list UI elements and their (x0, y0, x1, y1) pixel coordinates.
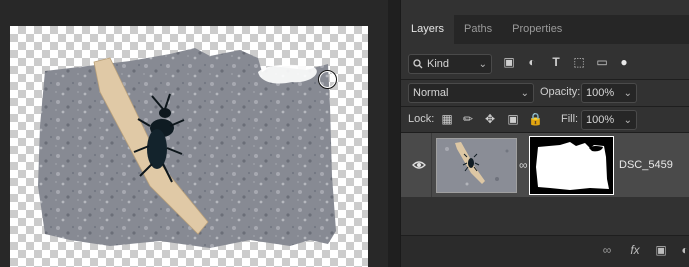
opacity-value: 100% (586, 87, 615, 99)
adjustment-filter-icon[interactable]: ◐ (525, 55, 539, 69)
pixel-filter-icon[interactable]: ▣ (502, 55, 516, 69)
lock-artboard-icon[interactable]: ▣ (506, 112, 520, 126)
filter-kind-label: Kind (427, 58, 450, 70)
layer-thumbnail-image (437, 139, 516, 192)
opacity-label: Opacity: (540, 86, 581, 98)
add-mask-icon[interactable]: ▣ (653, 242, 669, 258)
lock-transparent-pixels-icon[interactable]: ▦ (440, 112, 454, 126)
lock-all-icon[interactable]: 🔒 (528, 112, 543, 126)
document-canvas[interactable] (10, 26, 368, 267)
eye-icon[interactable] (412, 159, 426, 171)
fill-field[interactable]: 100% ⌄ (581, 110, 637, 130)
layer-style-fx-icon[interactable]: fx (627, 242, 643, 258)
panel-tabs: Layers Paths Properties (401, 15, 689, 44)
lock-row: Lock: ▦ ✏ ✥ ▣ 🔒 Fill: 100% ⌄ (401, 108, 689, 132)
layer-thumbnail[interactable]: ▭ (436, 138, 517, 193)
divider (431, 133, 432, 197)
tab-paths[interactable]: Paths (454, 15, 502, 44)
lock-position-icon[interactable]: ✥ (483, 112, 497, 126)
layer-mask-thumbnail[interactable] (529, 136, 614, 195)
filter-toggle-icon[interactable]: ● (617, 55, 631, 69)
canvas-area[interactable] (0, 0, 388, 267)
blend-row: Normal ⌄ Opacity: 100% ⌄ (401, 81, 689, 105)
opacity-field[interactable]: 100% ⌄ (581, 83, 637, 103)
fill-value: 100% (586, 114, 615, 126)
chevron-down-icon: ⌄ (520, 87, 529, 99)
new-fill-adjustment-icon[interactable]: ◐ (677, 242, 689, 258)
layers-footer: ∞ fx ▣ ◐ (401, 235, 689, 267)
chevron-down-icon[interactable]: ⌄ (624, 88, 632, 99)
layer-mask-image (530, 137, 613, 194)
panel-divider (388, 0, 400, 267)
lock-label: Lock: (408, 113, 435, 125)
fill-label: Fill: (561, 113, 579, 125)
layers-empty-area[interactable] (401, 197, 689, 235)
search-icon (413, 59, 423, 69)
blend-mode-dropdown[interactable]: Normal ⌄ (408, 83, 534, 103)
lock-image-pixels-icon[interactable]: ✏ (461, 112, 475, 126)
brush-cursor (318, 70, 337, 89)
chain-link-icon[interactable]: ∞ (519, 158, 528, 172)
tab-properties[interactable]: Properties (502, 15, 572, 44)
type-filter-icon[interactable]: T (549, 55, 563, 69)
chevron-down-icon: ⌄ (478, 58, 487, 70)
tab-layers[interactable]: Layers (401, 15, 455, 44)
divider (401, 106, 689, 107)
divider (401, 79, 689, 80)
chevron-down-icon[interactable]: ⌄ (624, 115, 632, 126)
layer-row[interactable]: ▭ ∞ DSC_5459 (401, 133, 689, 197)
filter-kind-dropdown[interactable]: Kind ⌄ (408, 54, 492, 74)
layer-name[interactable]: DSC_5459 (619, 159, 673, 171)
link-layers-icon[interactable]: ∞ (599, 242, 615, 258)
layers-panel: Layers Paths Properties Kind ⌄ ▣ ◐ T ⬚ ▭… (400, 0, 689, 267)
layer-filter-row: Kind ⌄ ▣ ◐ T ⬚ ▭ ● (401, 51, 689, 77)
photoshop-window: Layers Paths Properties Kind ⌄ ▣ ◐ T ⬚ ▭… (0, 0, 689, 267)
blend-mode-value: Normal (413, 87, 449, 99)
smart-object-filter-icon[interactable]: ▭ (595, 55, 609, 69)
shape-filter-icon[interactable]: ⬚ (572, 55, 586, 69)
photo-image (38, 48, 336, 248)
